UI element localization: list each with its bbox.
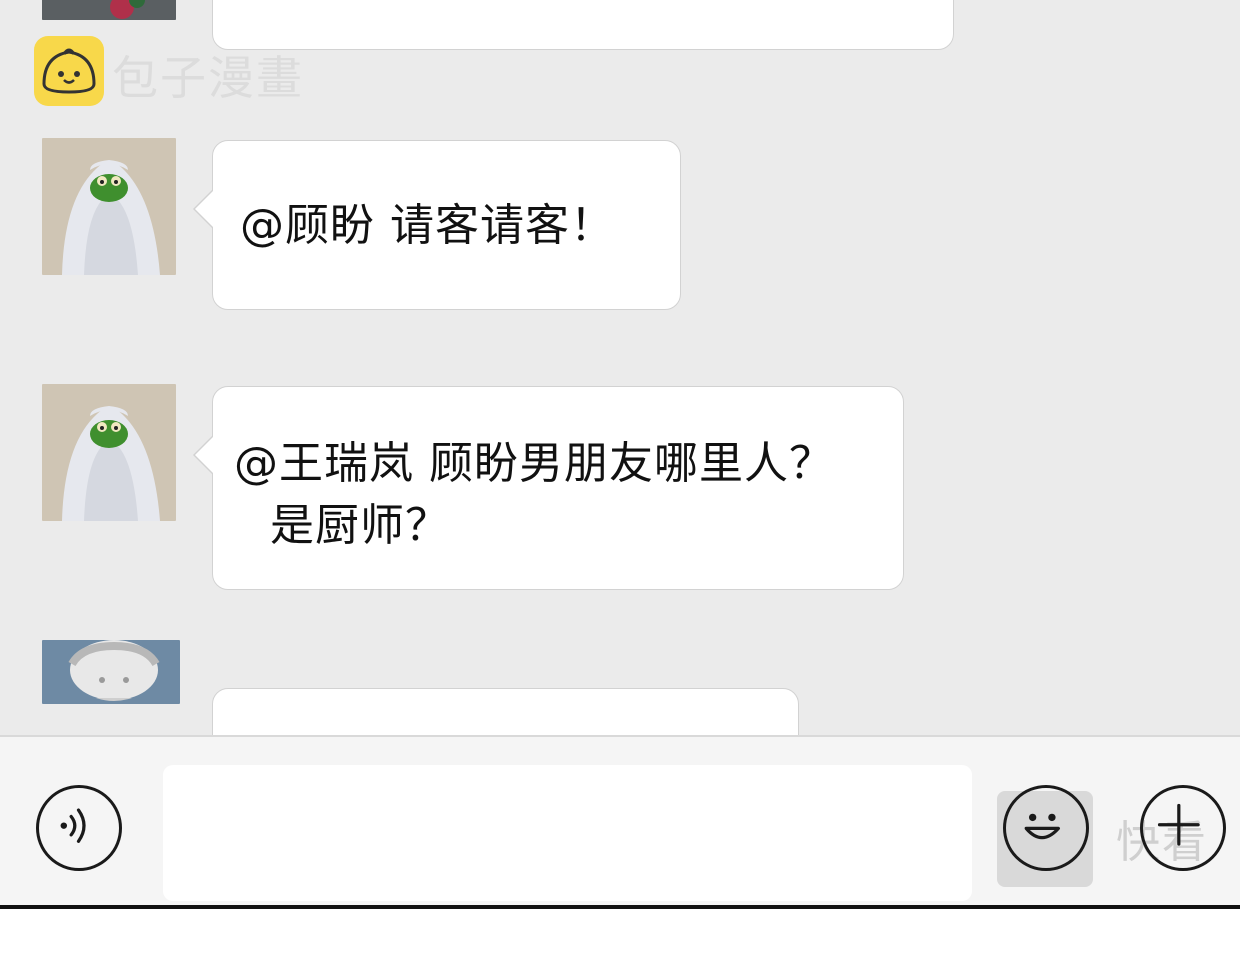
message-3-bubble[interactable] (212, 688, 799, 735)
message-1-avatar[interactable] (42, 138, 176, 275)
emoji-button[interactable] (1003, 785, 1089, 871)
voice-button[interactable] (36, 785, 122, 871)
message-2-text-line-2: 是厨师？ (270, 500, 450, 551)
message-3-avatar[interactable] (42, 640, 180, 704)
bubble-tail (193, 189, 213, 229)
message-input[interactable] (163, 765, 972, 901)
plus-icon (1157, 803, 1200, 846)
add-button[interactable] (1140, 785, 1226, 871)
rose-photo-icon (42, 0, 176, 20)
chat-area: 包子漫畫 @顾盼 请客请客！ @王瑞岚 顾盼男朋友哪里人？ 是厨师？ (0, 0, 1240, 735)
message-2-avatar[interactable] (42, 384, 176, 521)
top-cut-avatar[interactable] (42, 0, 176, 20)
kermit-blanket-avatar-icon (42, 384, 176, 521)
message-2-text-line-1: @王瑞岚 顾盼男朋友哪里人？ (234, 438, 834, 489)
top-cut-bubble[interactable] (212, 0, 954, 50)
bottom-divider (0, 905, 1240, 909)
watermark-logo (34, 36, 104, 106)
bubble-tail (193, 435, 213, 475)
smiley-icon (1024, 813, 1060, 840)
bun-icon (42, 48, 96, 94)
voice-icon (60, 808, 86, 843)
message-1-text: @顾盼 请客请客！ (240, 200, 615, 251)
watermark-text: 包子漫畫 (112, 51, 304, 105)
kermit-blanket-avatar-icon (42, 138, 176, 275)
statue-david-avatar-icon (42, 640, 180, 704)
